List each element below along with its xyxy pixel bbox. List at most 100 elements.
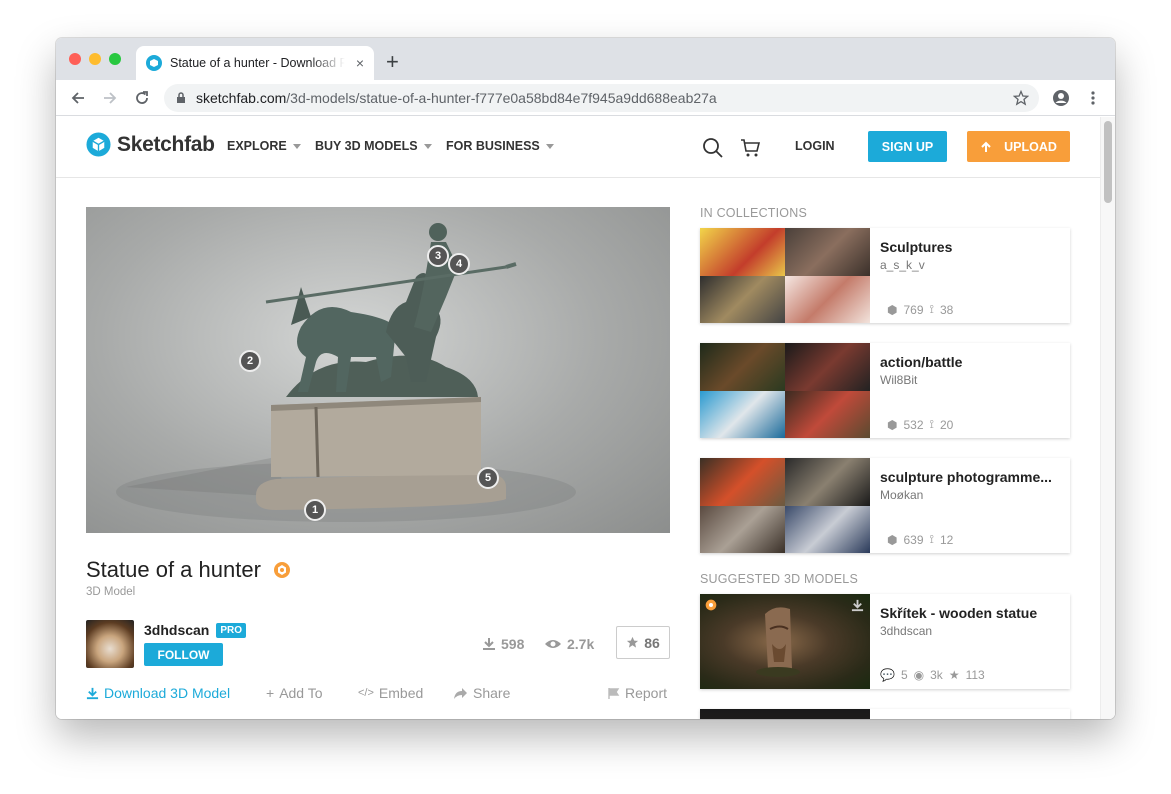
- forward-button[interactable]: [100, 88, 120, 108]
- address-bar[interactable]: sketchfab.com/3d-models/statue-of-a-hunt…: [164, 84, 1039, 112]
- report-label: Report: [625, 685, 668, 701]
- suggested-model-card[interactable]: [700, 709, 1070, 719]
- url-text: sketchfab.com/3d-models/statue-of-a-hunt…: [196, 90, 717, 106]
- collection-model-count: 639: [903, 532, 924, 547]
- model-viewer[interactable]: 1 2 3 4 5: [86, 207, 670, 533]
- sketchfab-logo[interactable]: Sketchfab: [86, 132, 215, 157]
- collection-author: a_s_k_v: [880, 258, 925, 272]
- collection-card[interactable]: sculpture photogramme... Moøkan ⬢ 639 ⟟ 12: [700, 458, 1070, 553]
- site-header: Sketchfab EXPLORE BUY 3D MODELS FOR BUSI…: [56, 117, 1100, 178]
- new-tab-button[interactable]: +: [386, 50, 399, 74]
- collection-stats: ⬢ 532 ⟟ 20: [887, 417, 959, 432]
- nav-buy-3d-models[interactable]: BUY 3D MODELS: [315, 139, 432, 153]
- embed-link[interactable]: </> Embed: [358, 685, 423, 701]
- minimize-window-button[interactable]: [89, 53, 101, 65]
- share-label: Share: [473, 685, 511, 701]
- browser-menu-button[interactable]: [1083, 88, 1103, 108]
- tab-close-icon[interactable]: ×: [356, 55, 364, 71]
- rss-icon: ⟟: [929, 532, 934, 546]
- collection-thumbnails: [700, 228, 870, 323]
- nav-buy-label: BUY 3D MODELS: [315, 139, 418, 153]
- suggested-model-card[interactable]: Skřítek - wooden statue 3dhdscan 💬 5 ◉ 3k …: [700, 594, 1070, 689]
- code-icon: </>: [358, 687, 374, 699]
- author-avatar[interactable]: [86, 620, 134, 668]
- logo-text: Sketchfab: [117, 132, 215, 156]
- model-type-label: 3D Model: [86, 586, 136, 598]
- upload-button[interactable]: UPLOAD: [967, 131, 1070, 162]
- page-title: Statue of a hunter: [86, 557, 291, 583]
- comment-icon: 💬: [880, 668, 895, 682]
- follow-button[interactable]: FOLLOW: [144, 643, 223, 666]
- scrollbar-thumb[interactable]: [1104, 121, 1112, 203]
- suggested-models-heading: SUGGESTED 3D MODELS: [700, 572, 858, 586]
- eye-icon: ◉: [913, 668, 925, 682]
- maximize-window-button[interactable]: [109, 53, 121, 65]
- view-count: 2.7k: [544, 636, 594, 652]
- caret-down-icon: [292, 143, 301, 149]
- eye-icon: [545, 640, 561, 648]
- back-button[interactable]: [68, 88, 88, 108]
- kebab-menu-icon: [1091, 91, 1095, 105]
- cube-icon: ⬢: [887, 532, 898, 547]
- cube-icon: ⬢: [887, 302, 898, 317]
- add-to-label: Add To: [279, 685, 323, 701]
- nav-for-business[interactable]: FOR BUSINESS: [446, 139, 554, 153]
- reload-icon: [136, 91, 148, 104]
- report-link[interactable]: Report: [607, 685, 667, 701]
- browser-tab[interactable]: Statue of a hunter - Download Free ×: [136, 46, 374, 80]
- add-to-link[interactable]: + Add To: [266, 685, 323, 701]
- collection-card[interactable]: Sculptures a_s_k_v ⬢ 769 ⟟ 38: [700, 228, 1070, 323]
- author-name[interactable]: 3dhdscan PRO: [144, 622, 247, 638]
- page-scrollbar[interactable]: [1100, 117, 1115, 719]
- downloadable-icon: [851, 599, 864, 612]
- rss-icon: ⟟: [929, 417, 934, 431]
- account-circle-icon: [1053, 90, 1069, 106]
- collection-follower-count: 38: [939, 302, 954, 317]
- hotspot-5[interactable]: 5: [477, 467, 499, 489]
- search-icon[interactable]: [702, 137, 724, 159]
- hotspot-1[interactable]: 1: [304, 499, 326, 521]
- like-button[interactable]: 86: [616, 626, 670, 659]
- url-host: sketchfab.com: [196, 90, 287, 106]
- caret-down-icon: [545, 143, 554, 149]
- download-count-value: 598: [501, 636, 525, 652]
- sketchfab-favicon-icon: [146, 55, 162, 71]
- profile-button[interactable]: [1051, 88, 1071, 108]
- hotspot-3[interactable]: 3: [427, 245, 449, 267]
- suggested-like-count: 113: [965, 668, 985, 682]
- hotspot-4[interactable]: 4: [448, 253, 470, 275]
- back-arrow-icon: [71, 92, 84, 104]
- title-bar: Statue of a hunter - Download Free × +: [56, 38, 1115, 80]
- view-count-value: 2.7k: [567, 636, 595, 652]
- hotspot-2[interactable]: 2: [239, 350, 261, 372]
- page-content: Sketchfab EXPLORE BUY 3D MODELS FOR BUSI…: [56, 117, 1115, 719]
- flag-icon: [608, 687, 620, 699]
- suggested-model-title: Skřítek - wooden statue: [880, 605, 1038, 621]
- download-3d-model-link[interactable]: Download 3D Model: [86, 685, 230, 701]
- share-link[interactable]: Share: [453, 685, 510, 701]
- collection-title: action/battle: [880, 354, 963, 370]
- wooden-statue-image: [756, 607, 800, 677]
- nav-explore[interactable]: EXPLORE: [227, 139, 301, 153]
- star-icon: ★: [948, 668, 960, 682]
- cart-icon[interactable]: [740, 137, 762, 159]
- collection-thumbnails: [700, 458, 870, 553]
- signup-button[interactable]: SIGN UP: [868, 131, 947, 162]
- collection-model-count: 532: [903, 417, 924, 432]
- cube-icon: ⬢: [887, 417, 898, 432]
- download-count: 598: [482, 636, 524, 652]
- author-name-text: 3dhdscan: [144, 622, 210, 638]
- download-icon: [86, 687, 99, 699]
- suggested-model-thumbnail: [700, 594, 870, 689]
- collection-card[interactable]: action/battle Wil8Bit ⬢ 532 ⟟ 20: [700, 343, 1070, 438]
- bookmark-star-icon[interactable]: [1013, 90, 1029, 106]
- in-collections-heading: IN COLLECTIONS: [700, 206, 807, 220]
- reload-button[interactable]: [132, 88, 152, 108]
- nav-explore-label: EXPLORE: [227, 139, 287, 153]
- pro-badge: PRO: [216, 622, 247, 638]
- embed-label: Embed: [378, 685, 424, 701]
- nav-business-label: FOR BUSINESS: [446, 139, 540, 153]
- login-link[interactable]: LOGIN: [795, 139, 835, 153]
- close-window-button[interactable]: [69, 53, 81, 65]
- browser-toolbar: sketchfab.com/3d-models/statue-of-a-hunt…: [56, 80, 1115, 116]
